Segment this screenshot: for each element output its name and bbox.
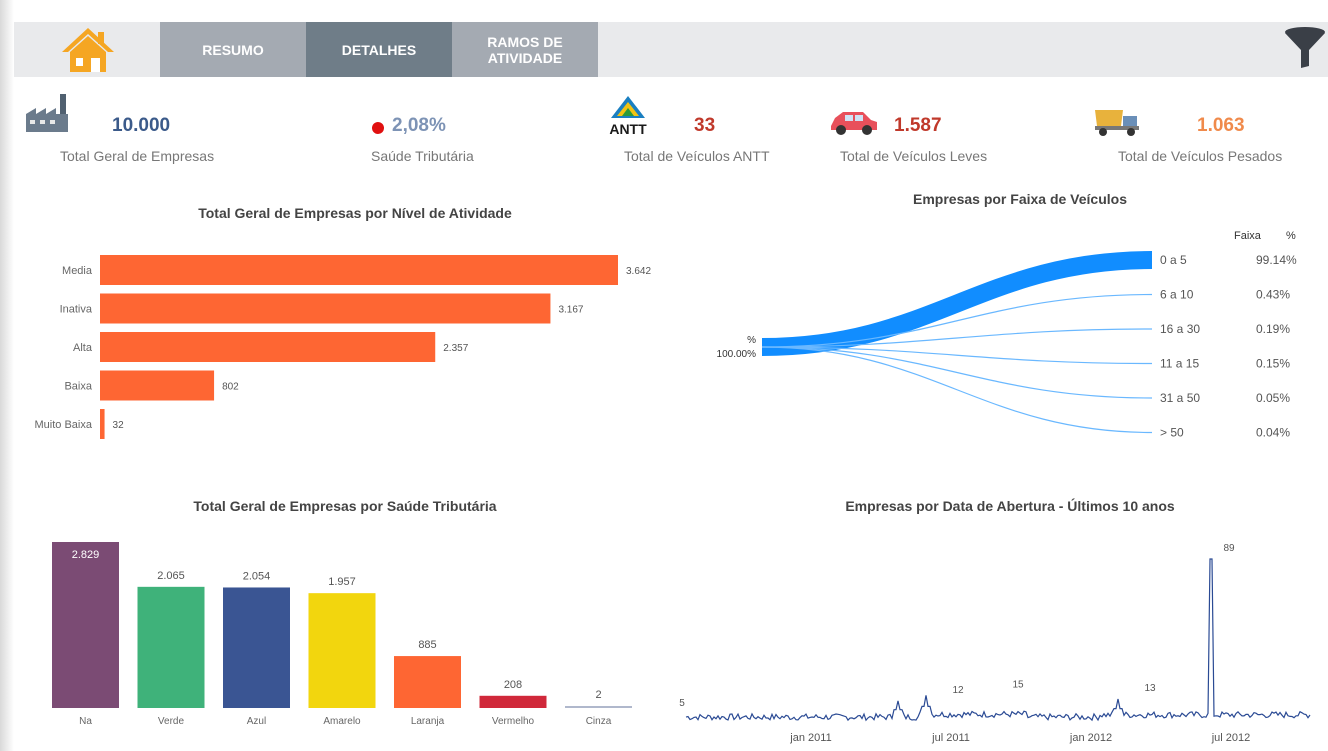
data-label: 208 [504,679,522,691]
bar[interactable] [479,695,547,708]
point-label: 12 [952,685,964,696]
svg-text:ANTT: ANTT [609,121,647,136]
x-tick-label: jan 2012 [1069,732,1112,744]
series-line[interactable] [685,558,1311,722]
faixa-label[interactable]: 16 a 30 [1160,322,1200,336]
chart-data-abertura-title: Empresas por Data de Abertura - Últimos … [845,498,1175,514]
pct-value: 0.05% [1256,391,1290,405]
x-tick-label: jan 2011 [789,732,831,744]
chart-faixa-veiculos: Faixa %% 100.00% 0 a 5 99.14% 6 a 10 0.43% 16 a… [717,230,1298,440]
chart-saude-tributaria: 2.829 Na 2.065 Verde 2.054 Azul 1.957 Amarelo 88… [52,542,632,727]
kpi-saude-tributaria-label: Saúde Tributária [371,148,474,164]
data-label: 885 [418,639,436,651]
faixa-label[interactable]: 31 a 50 [1160,391,1200,405]
chart-nivel-atividade-title: Total Geral de Empresas por Nível de Ati… [198,205,512,221]
faixa-label[interactable]: 0 a 5 [1160,253,1187,267]
faixa-label[interactable]: 11 a 15 [1160,357,1199,371]
kpi-veiculos-antt-label: Total de Veículos ANTT [624,148,770,164]
data-label: 3.642 [626,266,651,277]
point-label: 13 [1144,683,1156,694]
data-label: 3.167 [558,305,583,316]
top-nav-bar: RESUMO DETALHES RAMOS DE ATIVIDADE [14,22,1328,77]
chart-faixa-veiculos-title: Empresas por Faixa de Veículos [913,191,1127,207]
category-label: Alta [73,342,93,354]
bar[interactable] [100,255,618,285]
pct-value: 0.43% [1256,288,1290,302]
flow-path[interactable] [761,251,1153,356]
bar[interactable] [100,409,105,439]
bar[interactable] [52,542,119,708]
point-label: 89 [1223,543,1235,554]
filter-icon[interactable] [1282,26,1328,70]
data-label: 2.065 [157,570,185,582]
pct-value: 0.04% [1256,426,1290,440]
antt-logo-icon: ANTT [603,94,653,141]
status-dot-icon [371,121,385,140]
faixa-label[interactable]: > 50 [1160,426,1184,440]
chart-saude-tributaria-title: Total Geral de Empresas por Saúde Tribut… [193,498,497,514]
bar[interactable] [394,656,461,708]
bar[interactable] [137,586,205,708]
car-icon [827,108,879,141]
data-label: 802 [222,382,239,393]
pct-value: 99.14% [1256,253,1297,267]
pct-value: 0.19% [1256,322,1290,336]
category-label: Media [62,265,93,277]
bar[interactable] [308,593,376,708]
category-label: Cinza [586,716,612,727]
faixa-label[interactable]: 6 a 10 [1160,288,1194,302]
category-label: Amarelo [323,716,361,727]
truck-icon [1093,106,1143,143]
category-label: Vermelho [492,716,535,727]
point-label: 15 [1012,679,1024,690]
kpi-saude-tributaria-value: 2,08% [392,115,446,136]
category-label: Muito Baixa [35,419,93,431]
bar[interactable] [223,587,290,708]
kpi-veiculos-leves-value: 1.587 [894,115,942,136]
factory-icon [24,94,76,139]
pct-value: 0.15% [1256,357,1290,371]
chart-nivel-atividade: Media 3.642 Inativa 3.167 Alta 2.357 Baixa 802 M… [35,255,651,439]
data-label: 2.357 [443,343,468,354]
x-tick-label: jul 2011 [931,732,970,744]
data-label: 2.829 [72,549,100,561]
flow-path[interactable] [761,346,1153,434]
kpi-total-empresas-label: Total Geral de Empresas [60,148,215,164]
point-label: 5 [679,698,685,709]
bar[interactable] [565,706,632,708]
root-label: % [747,335,756,346]
category-label: Verde [158,716,185,727]
bar[interactable] [100,293,551,324]
faixa-header: Faixa [1234,230,1262,242]
tab-ramos-de-atividade[interactable]: RAMOS DE ATIVIDADE [452,22,598,77]
chart-data-abertura: jan 2011 jul 2011 jan 2012 jul 2012 5 12 15 13 8… [679,543,1311,744]
bar[interactable] [100,332,436,362]
root-value: 100.00% [717,349,757,360]
bar[interactable] [100,370,215,401]
kpi-veiculos-pesados-value: 1.063 [1197,115,1245,136]
data-label: 32 [113,420,125,431]
kpi-veiculos-pesados-label: Total de Veículos Pesados [1118,148,1283,164]
category-label: Azul [247,716,266,727]
category-label: Laranja [411,716,445,727]
kpi-veiculos-antt-value: 33 [694,115,716,136]
home-icon[interactable] [58,26,118,74]
category-label: Inativa [60,304,93,316]
category-label: Baixa [64,381,92,393]
kpi-veiculos-leves-label: Total de Veículos Leves [840,148,988,164]
data-label: 2.054 [243,570,271,582]
pct-header: % [1286,230,1296,242]
x-tick-label: jul 2012 [1211,732,1251,744]
tab-detalhes[interactable]: DETALHES [306,22,452,77]
data-label: 1.957 [328,576,356,588]
dashboard-frame: RESUMO DETALHES RAMOS DE ATIVIDADE 10.00… [0,0,1328,751]
kpi-total-empresas-value: 10.000 [112,115,171,136]
data-label: 2 [595,689,601,701]
category-label: Na [79,716,92,727]
tab-resumo[interactable]: RESUMO [160,22,306,77]
